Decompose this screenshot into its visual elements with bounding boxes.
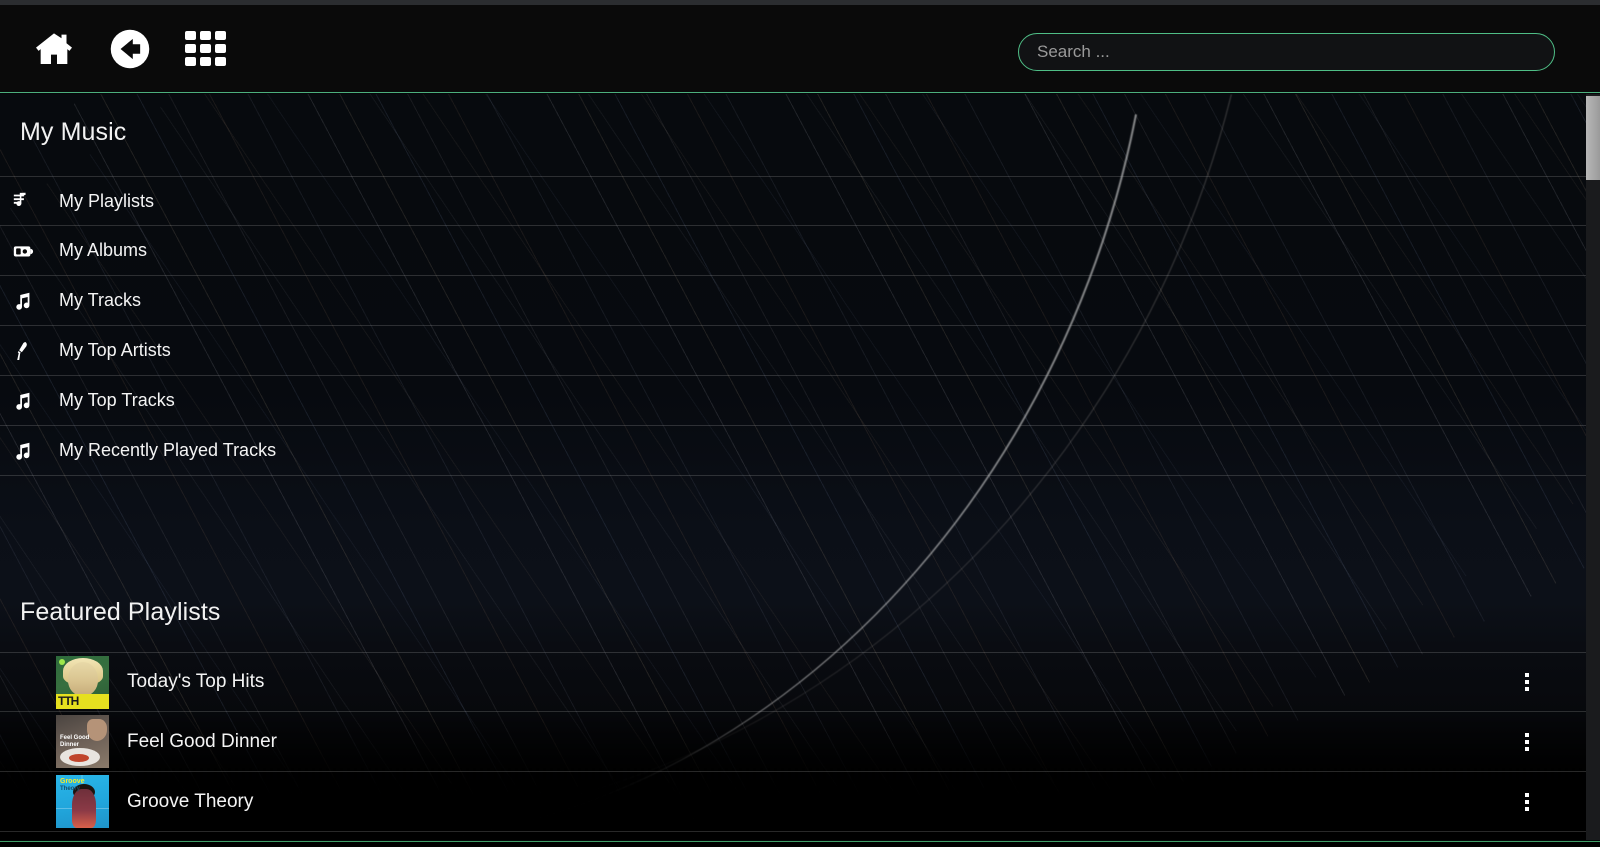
playlist-cover-art: Groove Theory: [56, 775, 109, 828]
bottom-bar: [0, 842, 1600, 847]
playlist-row-todays-top-hits[interactable]: Today's Top Hits: [0, 652, 1586, 712]
my-music-section-header: My Music: [0, 94, 1586, 176]
more-options-icon[interactable]: [1516, 669, 1538, 695]
vertical-scrollbar-thumb[interactable]: [1586, 96, 1600, 180]
cover-art-badge-dot: [59, 658, 65, 665]
top-navigation-bar: [0, 5, 1600, 93]
playlist-cover-art: Feel Good Dinner: [56, 715, 109, 768]
more-options-icon[interactable]: [1516, 789, 1538, 815]
playlist-title: Feel Good Dinner: [127, 730, 277, 752]
cover-art-caption: Groove Theory: [60, 778, 85, 793]
cover-art-caption-line-1: Feel Good: [60, 735, 90, 741]
home-icon: [32, 29, 76, 69]
bottom-accent-rule: [0, 840, 1600, 842]
music-note-icon: [0, 390, 46, 412]
search-field-wrapper: [1018, 33, 1555, 71]
cover-art-caption-line-2: Dinner: [60, 741, 80, 748]
list-item-label: My Albums: [59, 240, 148, 260]
cover-art-caption-line-1: Groove: [60, 778, 85, 785]
list-item-label: My Top Tracks: [59, 390, 175, 410]
cover-art-face-shape: [68, 661, 98, 696]
playlist-cover-art: [56, 655, 109, 709]
search-input[interactable]: [1018, 33, 1555, 71]
list-item-my-playlists[interactable]: My Playlists: [0, 176, 1586, 226]
list-item-label: My Tracks: [59, 290, 142, 310]
list-item-my-top-tracks[interactable]: My Top Tracks: [0, 376, 1586, 426]
nav-icon-group: [0, 25, 230, 73]
playlist-row-groove-theory[interactable]: Groove Theory Groove Theory: [0, 772, 1586, 832]
featured-playlists-title: Featured Playlists: [20, 597, 221, 626]
cover-art-caption: Feel Good Dinner: [60, 735, 89, 749]
home-button[interactable]: [30, 25, 78, 73]
featured-playlists-list: Today's Top Hits Feel Good Dinner Feel G…: [0, 652, 1586, 832]
list-item-my-recently-played-tracks[interactable]: My Recently Played Tracks: [0, 426, 1586, 476]
cover-art-person-shape: [72, 789, 96, 828]
back-button[interactable]: [106, 25, 154, 73]
playlist-music-icon: [0, 190, 46, 212]
list-item-my-albums[interactable]: My Albums: [0, 226, 1586, 276]
vertical-scrollbar-track[interactable]: [1586, 94, 1600, 840]
cover-art-hand-shape: [87, 719, 107, 741]
playlist-title: Today's Top Hits: [127, 671, 265, 692]
list-item-label: My Playlists: [59, 190, 155, 211]
apps-grid-button[interactable]: [182, 25, 230, 73]
more-options-icon[interactable]: [1516, 729, 1538, 755]
playlist-title: Groove Theory: [127, 790, 254, 812]
music-note-icon: [0, 440, 46, 462]
my-music-list: My Playlists My Albums My Tracks My Top …: [0, 176, 1586, 476]
cover-art-caption-line-2: Theory: [60, 786, 81, 793]
cover-art-title-band: [56, 693, 109, 709]
app-root: My Music My Playlists: [0, 0, 1600, 847]
back-arrow-circle-icon: [109, 28, 151, 70]
microphone-icon: [0, 340, 46, 362]
my-music-title: My Music: [20, 118, 127, 146]
list-item-my-tracks[interactable]: My Tracks: [0, 276, 1586, 326]
list-item-label: My Recently Played Tracks: [59, 440, 277, 460]
music-note-icon: [0, 290, 46, 312]
cover-art-food-shape: [69, 754, 89, 762]
list-item-label: My Top Artists: [59, 340, 171, 360]
featured-playlists-section-header: Featured Playlists: [0, 572, 1586, 652]
playlist-row-feel-good-dinner[interactable]: Feel Good Dinner Feel Good Dinner: [0, 712, 1586, 772]
list-item-my-top-artists[interactable]: My Top Artists: [0, 326, 1586, 376]
album-icon: [0, 240, 46, 262]
main-content-scroll-area[interactable]: My Music My Playlists My Albums My Track…: [0, 94, 1586, 840]
grid-apps-icon: [185, 30, 227, 67]
